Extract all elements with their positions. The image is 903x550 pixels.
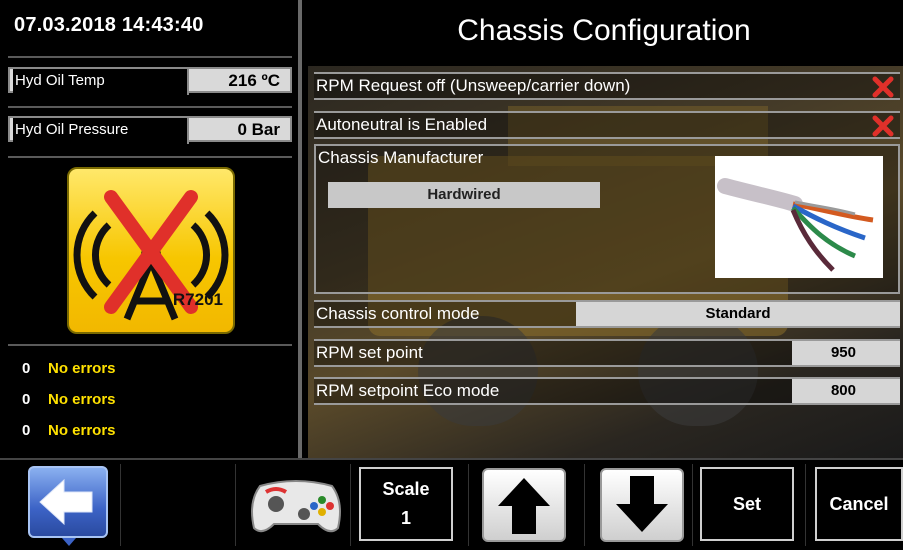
rpm-set-point-row[interactable]: RPM set point 950: [314, 339, 900, 367]
rpm-set-point-label: RPM set point: [316, 343, 423, 362]
page-title: Chassis Configuration: [457, 14, 751, 47]
hyd-oil-temp-value: 216 ºC: [228, 71, 280, 90]
chassis-manufacturer-select[interactable]: Hardwired: [328, 182, 600, 208]
chassis-control-mode-value[interactable]: Standard: [576, 302, 900, 326]
error-line-3: 0 No errors: [22, 422, 116, 439]
error-line-2: 0 No errors: [22, 391, 116, 408]
autoneutral-row[interactable]: Autoneutral is Enabled: [314, 111, 900, 139]
rpm-request-off-row[interactable]: RPM Request off (Unsweep/carrier down): [314, 72, 900, 100]
divider: [8, 56, 292, 58]
error-count: 0: [22, 360, 31, 377]
panel-divider: [298, 0, 302, 458]
error-count: 0: [22, 422, 31, 439]
toolbar-separator: [805, 464, 806, 546]
rpm-eco-value[interactable]: 800: [792, 379, 900, 403]
toolbar-separator: [468, 464, 469, 546]
scale-label: Scale: [382, 479, 430, 499]
gamepad-button[interactable]: [246, 472, 346, 538]
scale-button[interactable]: Scale 1: [359, 467, 453, 541]
back-button-pointer: [62, 538, 76, 546]
bottom-toolbar: Scale 1 Set Cancel: [0, 458, 903, 550]
error-text: No errors: [48, 360, 116, 377]
autoneutral-label: Autoneutral is Enabled: [316, 115, 488, 134]
arrow-down-icon: [616, 476, 668, 532]
arrow-up-button[interactable]: [482, 468, 566, 542]
divider: [8, 106, 292, 108]
chassis-manufacturer-label: Chassis Manufacturer: [318, 148, 484, 167]
hyd-oil-pressure-label: Hyd Oil Pressure: [13, 118, 189, 144]
chassis-manufacturer-panel: Chassis Manufacturer Hardwired: [314, 144, 900, 294]
toolbar-separator: [350, 464, 351, 546]
set-button[interactable]: Set: [700, 467, 794, 541]
hyd-oil-pressure: Hyd Oil Pressure 0 Bar: [8, 116, 292, 144]
arrow-down-button[interactable]: [600, 468, 684, 542]
error-line-1: 0 No errors: [22, 360, 116, 377]
arrow-up-icon: [498, 478, 550, 534]
chassis-control-mode-label: Chassis control mode: [316, 304, 480, 323]
red-x-icon: [872, 76, 894, 98]
error-count: 0: [22, 391, 31, 408]
datetime: 07.03.2018 14:43:40: [14, 14, 204, 36]
divider: [8, 156, 292, 158]
rpm-set-point-value[interactable]: 950: [792, 341, 900, 365]
toolbar-separator: [584, 464, 585, 546]
red-x-icon: [872, 115, 894, 137]
chassis-control-mode-row[interactable]: Chassis control mode Standard: [314, 300, 900, 328]
toolbar-separator: [120, 464, 121, 546]
cable-wires-image: [715, 156, 883, 278]
hyd-oil-temp: Hyd Oil Temp 216 ºC: [8, 67, 292, 95]
error-text: No errors: [48, 422, 116, 439]
signal-status-badge[interactable]: R7201: [67, 167, 235, 334]
hyd-oil-pressure-value: 0 Bar: [237, 120, 280, 139]
back-arrow-icon: [39, 478, 93, 526]
toolbar-separator: [692, 464, 693, 546]
badge-label: R7201: [172, 290, 223, 309]
rpm-request-off-label: RPM Request off (Unsweep/carrier down): [316, 76, 631, 95]
divider: [8, 344, 292, 346]
back-button[interactable]: [28, 466, 108, 538]
cancel-button[interactable]: Cancel: [815, 467, 903, 541]
rpm-eco-row[interactable]: RPM setpoint Eco mode 800: [314, 377, 900, 405]
rpm-eco-label: RPM setpoint Eco mode: [316, 381, 500, 400]
toolbar-separator: [235, 464, 236, 546]
gamepad-icon: [251, 480, 341, 533]
scale-value: 1: [400, 508, 411, 528]
hyd-oil-temp-label: Hyd Oil Temp: [13, 69, 189, 95]
error-text: No errors: [48, 391, 116, 408]
